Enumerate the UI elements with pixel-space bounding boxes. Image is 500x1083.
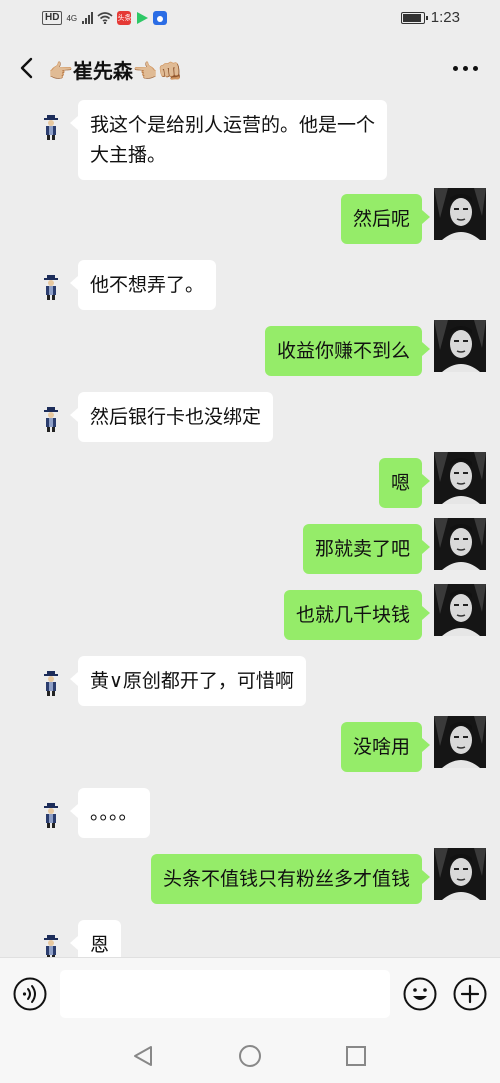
battery-icon [400,11,428,24]
status-bar: HD 4G 头条 1:23 [0,0,500,38]
outgoing-message[interactable]: 头条不值钱只有粉丝多才值钱 [150,854,431,904]
message-text: 黄∨原创都开了，可惜啊 [90,670,294,692]
message-text: 那就卖了吧 [314,538,410,560]
incoming-message[interactable]: 他不想弄了。 [69,260,217,310]
message-list[interactable]: 我这个是给别人运营的。他是一个 大主播。然后呢他不想弄了。收益你赚不到么然后银行卡… [0,100,500,957]
incoming-message[interactable]: 恩 [69,920,122,957]
incoming-message[interactable]: 我这个是给别人运营的。他是一个 大主播。 [69,100,388,180]
pointing-left-fist-emoji: 👈🏼👊🏼 [132,59,183,83]
input-bar [0,957,500,1029]
contact-avatar[interactable] [40,405,62,433]
video-app-icon [137,12,149,24]
contact-avatar[interactable] [40,273,62,301]
clock: 1:23 [430,9,460,26]
incoming-message[interactable]: 。。。。 [70,788,150,838]
contact-avatar[interactable] [40,933,62,957]
incoming-message[interactable]: 黄∨原创都开了，可惜啊 [70,656,306,706]
more-dots-icon[interactable] [453,66,478,71]
my-avatar[interactable] [434,716,486,768]
message-text: 我这个是给别人运营的。他是一个 [90,114,376,136]
message-text: 大主播。 [90,144,167,166]
incoming-message[interactable]: 然后银行卡也没绑定 [69,392,274,442]
my-avatar[interactable] [434,188,486,240]
pointing-right-emoji: 👉🏼 [48,59,73,83]
contact-avatar[interactable] [40,801,62,829]
message-text: 然后银行卡也没绑定 [90,406,262,428]
message-text: 也就几千块钱 [295,604,410,626]
outgoing-message[interactable]: 然后呢 [340,194,431,244]
network-type: 4G [66,13,78,23]
message-text: 然后呢 [352,208,410,230]
outgoing-message[interactable]: 嗯 [378,458,431,508]
chat-header: 👉🏼崔先森👈🏼👊🏼 [0,38,500,100]
baidu-app-icon [153,11,168,25]
contact-avatar[interactable] [40,113,62,141]
status-icons: HD 4G 头条 [42,11,168,25]
nav-recent-icon[interactable] [345,1045,367,1067]
message-text: 他不想弄了。 [90,274,205,296]
status-right: 1:23 [400,9,460,26]
my-avatar[interactable] [434,584,486,636]
message-text: 没啥用 [352,736,410,758]
nav-home-icon[interactable] [238,1044,262,1068]
wifi-icon [97,12,113,24]
message-text: 嗯 [390,472,410,494]
message-text: 恩 [90,934,110,956]
signal-icon [82,12,94,24]
message-text: 头条不值钱只有粉丝多才值钱 [162,868,410,890]
my-avatar[interactable] [434,848,486,900]
emoji-icon[interactable] [403,977,437,1011]
outgoing-message[interactable]: 没啥用 [340,722,431,772]
contact-avatar[interactable] [40,669,62,697]
system-nav-bar [0,1029,500,1083]
my-avatar[interactable] [434,320,486,372]
voice-icon[interactable] [13,977,47,1011]
my-avatar[interactable] [434,452,486,504]
nav-back-icon[interactable] [131,1045,155,1067]
chevron-left-icon[interactable] [14,54,42,82]
outgoing-message[interactable]: 也就几千块钱 [283,590,431,640]
toutiao-app-icon: 头条 [117,11,132,25]
chat-title: 👉🏼崔先森👈🏼👊🏼 [48,55,183,84]
plus-icon[interactable] [453,977,487,1011]
my-avatar[interactable] [434,518,486,570]
hd-indicator: HD [42,11,63,25]
message-input[interactable] [60,970,390,1018]
outgoing-message[interactable]: 那就卖了吧 [302,524,431,574]
message-text: 收益你赚不到么 [276,340,410,362]
contact-name: 崔先森 [72,59,133,83]
message-text: 。。。。 [90,802,138,824]
outgoing-message[interactable]: 收益你赚不到么 [264,326,431,376]
